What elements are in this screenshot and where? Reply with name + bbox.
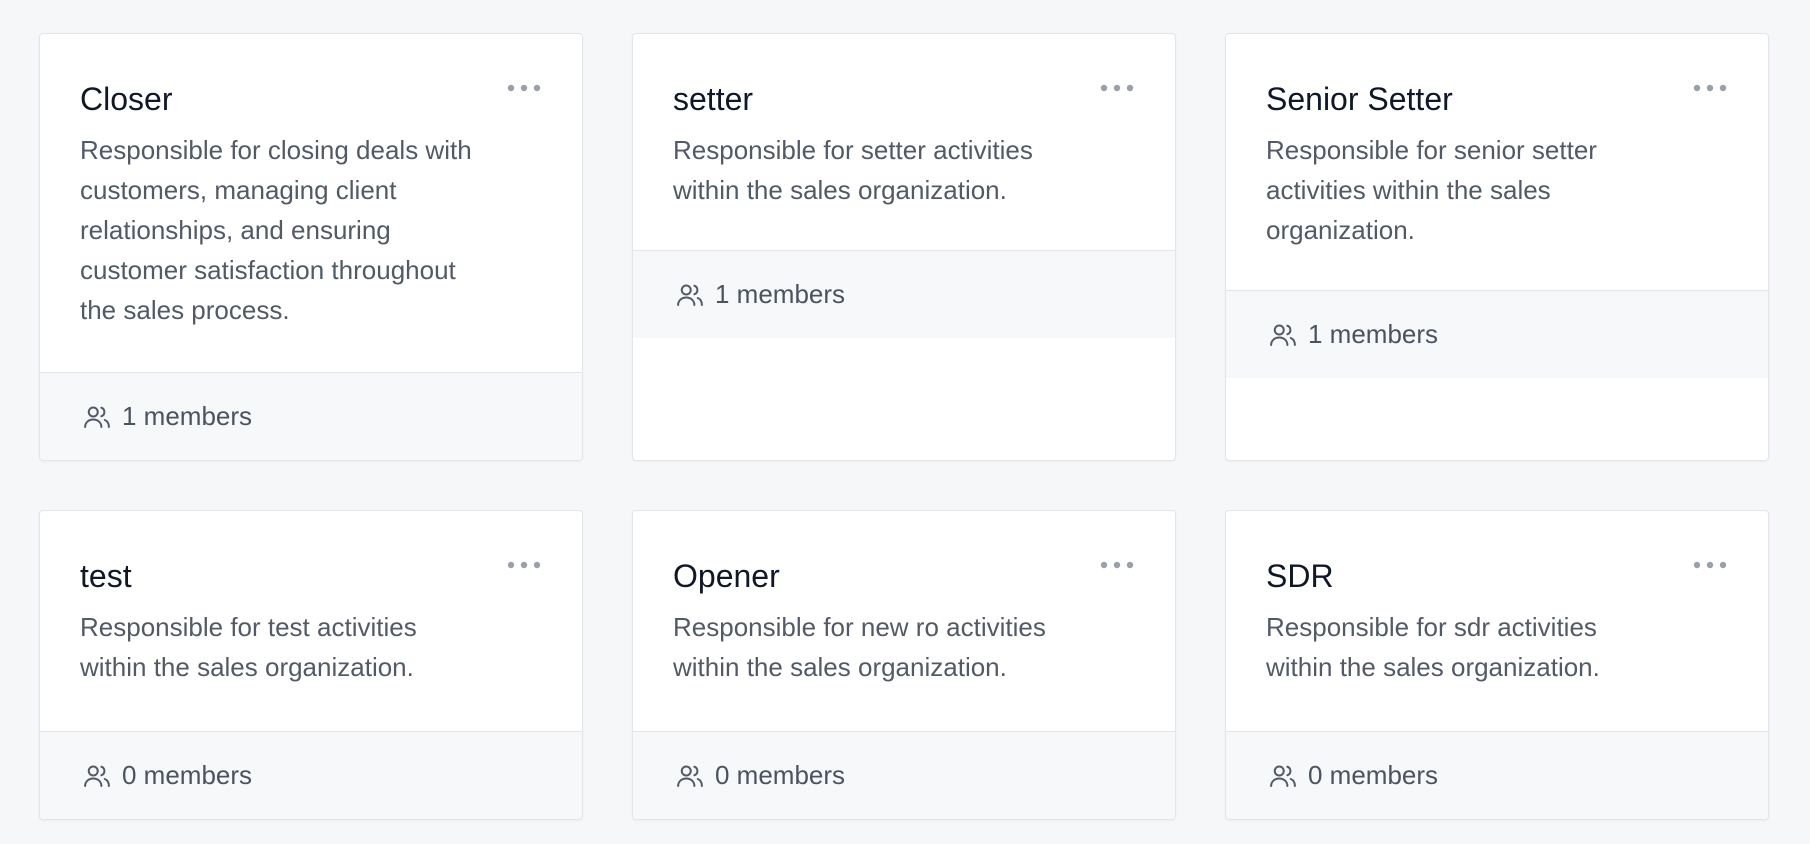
role-card-opener[interactable]: Opener Responsible for new ro activities… xyxy=(632,510,1176,820)
members-count: 1 members xyxy=(122,401,253,431)
card-body: Senior Setter Responsible for senior set… xyxy=(1226,34,1768,290)
card-description: Responsible for new ro activities within… xyxy=(673,612,1046,683)
role-card-senior-setter[interactable]: Senior Setter Responsible for senior set… xyxy=(1225,33,1769,461)
more-options-button[interactable] xyxy=(1690,74,1730,102)
card-title: Senior Setter xyxy=(1266,81,1453,117)
role-card-sdr[interactable]: SDR Responsible for sdr activities withi… xyxy=(1225,510,1769,820)
more-horizontal-icon xyxy=(1693,84,1727,92)
users-icon xyxy=(80,761,114,791)
members-count: 0 members xyxy=(122,760,253,790)
more-options-button[interactable] xyxy=(1097,74,1137,102)
role-card-test[interactable]: test Responsible for test activities wit… xyxy=(39,510,583,820)
card-title: test xyxy=(80,558,132,594)
members-count: 1 members xyxy=(715,279,846,310)
role-card-setter[interactable]: setter Responsible for setter activities… xyxy=(632,33,1176,461)
card-footer: 0 members xyxy=(633,731,1175,819)
users-icon xyxy=(673,280,707,310)
more-horizontal-icon xyxy=(507,561,541,569)
card-description: Responsible for test activities within t… xyxy=(80,612,417,683)
more-options-button[interactable] xyxy=(1690,551,1730,579)
role-card-closer[interactable]: Closer Responsible for closing deals wit… xyxy=(39,33,583,461)
card-footer: 1 members xyxy=(1226,290,1768,379)
members-count: 0 members xyxy=(1308,760,1439,790)
card-title: setter xyxy=(673,81,754,117)
card-description: Responsible for sdr activities within th… xyxy=(1266,612,1600,683)
more-horizontal-icon xyxy=(507,84,541,92)
card-body: SDR Responsible for sdr activities withi… xyxy=(1226,511,1768,727)
users-icon xyxy=(1266,761,1300,791)
more-horizontal-icon xyxy=(1693,561,1727,569)
card-title: SDR xyxy=(1266,558,1334,594)
users-icon xyxy=(80,402,114,432)
card-footer: 1 members xyxy=(40,372,582,460)
card-body: test Responsible for test activities wit… xyxy=(40,511,582,727)
card-description: Responsible for closing deals with custo… xyxy=(80,135,472,326)
card-description: Responsible for setter activities within… xyxy=(673,135,1033,206)
card-body: setter Responsible for setter activities… xyxy=(633,34,1175,250)
more-options-button[interactable] xyxy=(1097,551,1137,579)
card-title: Closer xyxy=(80,81,173,117)
more-horizontal-icon xyxy=(1100,84,1134,92)
card-description: Responsible for senior setter activities… xyxy=(1266,135,1597,246)
more-options-button[interactable] xyxy=(504,551,544,579)
roles-grid: Closer Responsible for closing deals wit… xyxy=(39,33,1769,820)
card-footer: 1 members xyxy=(633,250,1175,339)
card-footer: 0 members xyxy=(1226,731,1768,819)
users-icon xyxy=(673,761,707,791)
card-title: Opener xyxy=(673,558,780,594)
card-body: Opener Responsible for new ro activities… xyxy=(633,511,1175,727)
members-count: 1 members xyxy=(1308,319,1439,350)
more-horizontal-icon xyxy=(1100,561,1134,569)
more-options-button[interactable] xyxy=(504,74,544,102)
card-body: Closer Responsible for closing deals wit… xyxy=(40,34,582,370)
members-count: 0 members xyxy=(715,760,846,790)
users-icon xyxy=(1266,320,1300,350)
card-footer: 0 members xyxy=(40,731,582,819)
